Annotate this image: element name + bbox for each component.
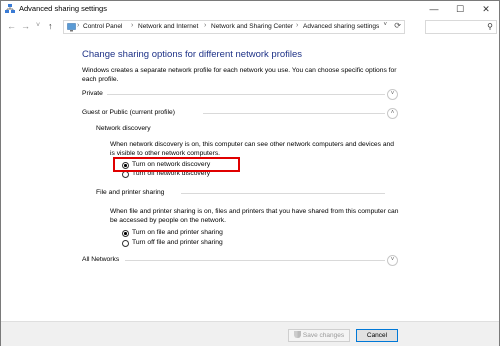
shield-icon bbox=[293, 331, 301, 338]
divider bbox=[107, 94, 385, 95]
chevron-down-icon[interactable]: ˅ bbox=[387, 255, 398, 266]
back-button[interactable]: ← bbox=[7, 20, 16, 32]
network-icon bbox=[5, 4, 15, 13]
title-bar: Advanced sharing settings — ☐ ✕ bbox=[1, 1, 499, 17]
network-discovery-title: Network discovery bbox=[96, 125, 151, 132]
cancel-button[interactable]: Cancel bbox=[356, 329, 398, 342]
breadcrumb-separator: › bbox=[77, 22, 80, 29]
address-dropdown-button[interactable]: ˅ bbox=[383, 22, 387, 28]
page-title: Change sharing options for different net… bbox=[82, 49, 303, 60]
file-sharing-title: File and printer sharing bbox=[96, 189, 165, 196]
save-changes-label: Save changes bbox=[302, 332, 345, 339]
breadcrumb-separator: › bbox=[296, 22, 299, 29]
footer-bar: Save changes Cancel bbox=[1, 321, 499, 346]
annotation-highlight-box bbox=[113, 157, 240, 172]
file-sharing-text: When file and printer sharing is on, fil… bbox=[110, 208, 399, 224]
forward-button[interactable]: → bbox=[21, 20, 30, 32]
radio-button[interactable] bbox=[122, 240, 129, 247]
search-field[interactable]: ⚲ bbox=[425, 20, 497, 34]
chevron-down-icon[interactable]: ˅ bbox=[387, 89, 398, 100]
radio-label: Turn on file and printer sharing bbox=[132, 229, 223, 236]
breadcrumb-control-panel[interactable]: Control Panel bbox=[83, 23, 122, 30]
breadcrumb-advanced-sharing-settings[interactable]: Advanced sharing settings bbox=[303, 23, 379, 30]
window: Advanced sharing settings — ☐ ✕ ← → ˅ ↑ … bbox=[0, 0, 500, 346]
breadcrumb-separator: › bbox=[204, 22, 207, 29]
network-discovery-text: When network discovery is on, this compu… bbox=[110, 141, 394, 157]
main-content: Change sharing options for different net… bbox=[1, 37, 499, 321]
search-icon: ⚲ bbox=[487, 22, 493, 31]
up-button[interactable]: ↑ bbox=[48, 20, 53, 32]
profile-all-networks-label[interactable]: All Networks bbox=[82, 256, 119, 263]
save-changes-button[interactable]: Save changes bbox=[288, 329, 350, 342]
breadcrumb-network-and-sharing-center[interactable]: Network and Sharing Center bbox=[211, 23, 293, 30]
profile-guest-label[interactable]: Guest or Public (current profile) bbox=[82, 109, 175, 116]
chevron-up-icon[interactable]: ˄ bbox=[387, 108, 398, 119]
minimize-button[interactable]: — bbox=[421, 1, 447, 17]
close-button[interactable]: ✕ bbox=[473, 1, 499, 17]
radio-button[interactable] bbox=[122, 171, 129, 178]
profile-private-label[interactable]: Private bbox=[82, 90, 103, 97]
address-field[interactable]: › Control Panel › Network and Internet ›… bbox=[63, 20, 405, 34]
radio-button-checked[interactable] bbox=[122, 230, 129, 237]
breadcrumb-separator: › bbox=[131, 22, 134, 29]
divider bbox=[181, 193, 385, 194]
control-panel-icon bbox=[67, 23, 76, 32]
breadcrumb-network-and-internet[interactable]: Network and Internet bbox=[138, 23, 198, 30]
window-title: Advanced sharing settings bbox=[19, 4, 107, 13]
radio-label: Turn off file and printer sharing bbox=[132, 239, 223, 246]
page-description: Windows creates a separate network profi… bbox=[82, 67, 397, 83]
refresh-button[interactable]: ⟳ bbox=[394, 21, 401, 30]
divider bbox=[125, 260, 385, 261]
divider bbox=[203, 113, 385, 114]
recent-locations-button[interactable]: ˅ bbox=[36, 20, 40, 32]
maximize-button[interactable]: ☐ bbox=[447, 1, 473, 17]
